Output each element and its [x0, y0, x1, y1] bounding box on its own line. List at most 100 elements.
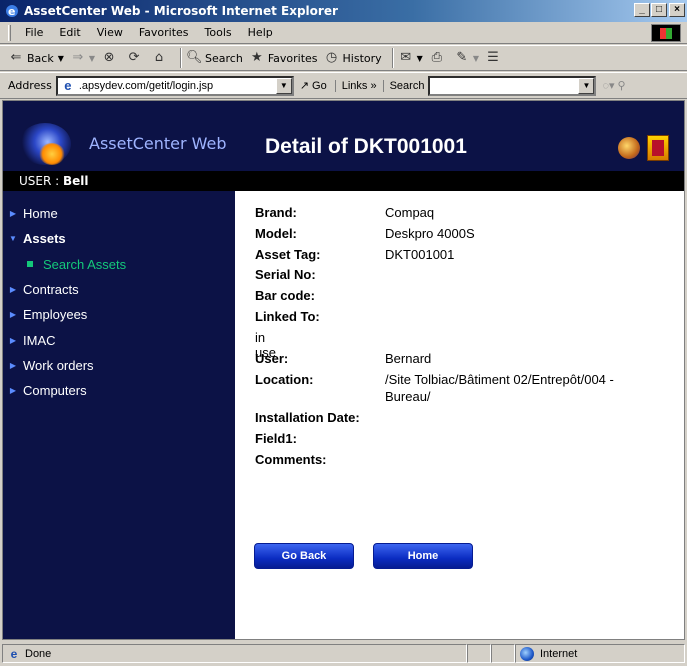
field-label: Bar code: — [255, 288, 315, 303]
collapsed-arrow-icon: ▶ — [9, 208, 17, 218]
edit-icon: ✎ — [456, 50, 468, 65]
menu-view[interactable]: View — [89, 26, 131, 39]
minimize-button[interactable]: _ — [634, 3, 650, 17]
page-title: Detail of DKT001001 — [265, 135, 467, 158]
sidebar-item-employees[interactable]: ▶ Employees — [3, 304, 87, 324]
history-toolbar-button[interactable]: ◷ History — [324, 50, 382, 66]
print-icon: ⎙ — [431, 50, 443, 65]
history-icon: ◷ — [325, 50, 338, 65]
stop-icon: ⊗ — [103, 50, 115, 65]
menu-bar: File Edit View Favorites Tools Help — [0, 22, 687, 44]
user-name: Bell — [63, 174, 89, 188]
bullet-icon — [27, 261, 33, 267]
stop-button[interactable]: ⊗ — [101, 50, 120, 66]
status-text-cell: e Done — [2, 644, 467, 663]
expanded-arrow-icon: ▼ — [9, 233, 17, 243]
svg-text:e: e — [8, 5, 15, 18]
toolbar-separator — [391, 48, 394, 68]
search-bar-label: Search — [382, 79, 424, 92]
field-label: Serial No: — [255, 267, 316, 282]
edit-button[interactable]: ✎ ▼ — [454, 50, 479, 66]
close-button[interactable]: × — [669, 3, 685, 17]
go-button[interactable]: ↗ Go — [299, 79, 327, 93]
forward-button[interactable]: ⇒ ▼ — [70, 50, 95, 66]
search-bar-input[interactable]: ▼ — [428, 75, 597, 96]
go-arrow-icon: ↗ — [299, 80, 310, 92]
print-button[interactable]: ⎙ — [429, 50, 448, 66]
discuss-icon: ☰ — [487, 50, 499, 65]
page-done-icon: e — [10, 646, 18, 661]
back-dropdown-icon[interactable]: ▼ — [58, 54, 64, 63]
menu-file[interactable]: File — [17, 26, 51, 39]
assetcenter-logo-icon — [19, 123, 71, 165]
menu-help[interactable]: Help — [240, 26, 281, 39]
field-label: Asset Tag: — [255, 247, 321, 262]
links-button[interactable]: Links » — [334, 79, 377, 92]
toolbar-separator — [180, 48, 183, 68]
home-button[interactable]: Home — [373, 543, 473, 569]
sidebar-item-imac[interactable]: ▶ IMAC — [3, 330, 56, 350]
sidebar-item-work-orders[interactable]: ▶ Work orders — [3, 355, 94, 375]
favorites-icon: ★ — [251, 50, 263, 65]
address-url: .apsydev.com/getit/login.jsp — [78, 79, 214, 92]
collapsed-arrow-icon: ▶ — [9, 309, 17, 319]
sidebar-item-computers[interactable]: ▶ Computers — [3, 380, 87, 400]
field-value: Bernard — [385, 351, 432, 366]
page-header: AssetCenter Web Detail of DKT001001 — [3, 101, 684, 171]
search-options-icon[interactable]: ◌▾ ⚲ — [602, 79, 625, 92]
status-text: Done — [25, 647, 52, 660]
discuss-button[interactable]: ☰ — [485, 50, 504, 66]
sidebar-item-label: Assets — [23, 230, 66, 246]
go-back-button[interactable]: Go Back — [254, 543, 354, 569]
help-globe-icon[interactable] — [618, 137, 640, 159]
sidebar-subitem-search-assets[interactable]: Search Assets — [27, 254, 126, 274]
windows-logo-icon — [651, 24, 681, 42]
sidebar-item-label: Home — [23, 205, 58, 221]
refresh-button[interactable]: ⟳ — [126, 50, 145, 66]
edit-dropdown-icon[interactable]: ▼ — [473, 54, 479, 63]
brand-name: AssetCenter Web — [89, 134, 227, 153]
status-cell-empty — [491, 644, 515, 663]
home-icon: ⌂ — [154, 50, 164, 65]
home-toolbar-button[interactable]: ⌂ — [151, 50, 170, 66]
collapsed-arrow-icon: ▶ — [9, 360, 17, 370]
security-zone-cell: Internet — [515, 644, 685, 663]
field-value: Compaq — [385, 205, 435, 220]
sidebar-item-home[interactable]: ▶ Home — [3, 203, 58, 223]
sidebar-item-label: Employees — [23, 306, 88, 322]
address-dropdown-button[interactable]: ▼ — [275, 77, 292, 94]
menu-edit[interactable]: Edit — [51, 26, 88, 39]
back-label: Back — [27, 51, 54, 65]
web-page: AssetCenter Web Detail of DKT001001 USER… — [2, 100, 685, 640]
forward-arrow-icon: ⇒ — [72, 50, 84, 65]
back-arrow-icon: ⇐ — [10, 50, 22, 65]
back-button[interactable]: ⇐ Back ▼ — [8, 50, 64, 66]
field-label: Linked To: — [255, 309, 320, 324]
mail-button[interactable]: ✉ ▼ — [398, 50, 423, 66]
field-label: Installation Date: — [255, 410, 360, 425]
status-bar: e Done Internet — [0, 641, 687, 666]
sidebar-item-assets[interactable]: ▼ Assets — [3, 228, 66, 248]
field-label: Comments: — [255, 452, 327, 467]
sidebar-item-label: Contracts — [23, 281, 79, 297]
sidebar: ▶ Home ▼ Assets Search Assets ▶ Contract… — [3, 191, 235, 639]
ie-icon: e — [4, 3, 20, 19]
search-bar-dropdown-button[interactable]: ▼ — [578, 77, 595, 94]
forward-dropdown-icon[interactable]: ▼ — [89, 54, 95, 63]
maximize-button[interactable]: □ — [651, 3, 667, 17]
address-input[interactable]: e .apsydev.com/getit/login.jsp ▼ — [55, 75, 294, 96]
collapsed-arrow-icon: ▶ — [9, 284, 17, 294]
field-value: Deskpro 4000S — [385, 226, 475, 241]
field-value: Bureau/ — [385, 389, 431, 404]
sidebar-item-contracts[interactable]: ▶ Contracts — [3, 279, 79, 299]
menu-favorites[interactable]: Favorites — [131, 26, 197, 39]
status-cell-empty — [467, 644, 491, 663]
search-toolbar-button[interactable]: 🔍︎ Search — [186, 50, 243, 66]
logout-door-icon[interactable] — [647, 135, 669, 161]
menu-tools[interactable]: Tools — [197, 26, 240, 39]
mail-dropdown-icon[interactable]: ▼ — [417, 54, 423, 63]
sidebar-item-label: IMAC — [23, 332, 56, 348]
favorites-toolbar-button[interactable]: ★ Favorites — [249, 50, 318, 66]
internet-globe-icon — [520, 646, 534, 661]
window-titlebar: e AssetCenter Web - Microsoft Internet E… — [0, 0, 687, 22]
